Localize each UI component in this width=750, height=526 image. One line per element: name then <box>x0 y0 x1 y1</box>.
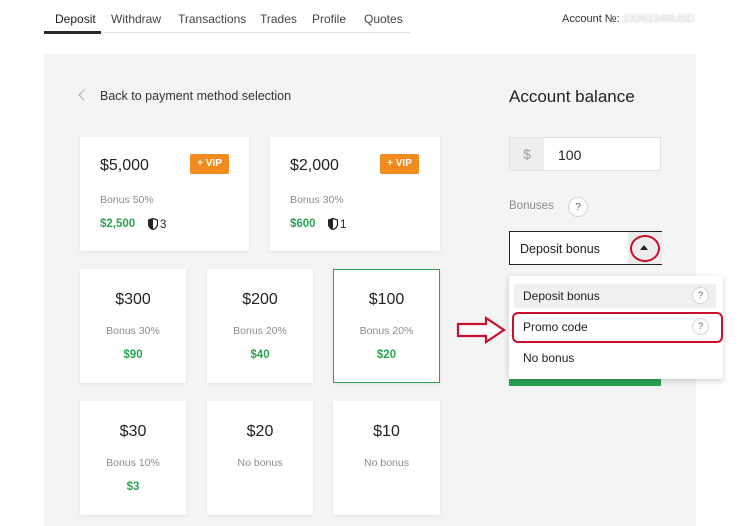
card-amount: $20 <box>246 423 274 440</box>
option-deposit-bonus[interactable]: Deposit bonus ? <box>514 284 716 308</box>
amount-card-5000[interactable]: $5,000 + VIP Bonus 50% $2,500 3 <box>80 137 249 251</box>
card-amount: $200 <box>242 291 278 308</box>
card-bonus: Bonus 20% <box>359 325 414 337</box>
card-bonus-amount: $2,500 <box>100 218 136 230</box>
amount-card-10[interactable]: $10 No bonus <box>333 401 440 515</box>
back-link-label: Back to payment method selection <box>100 89 292 103</box>
tab-quotes[interactable]: Quotes <box>364 12 403 26</box>
account-number-display: Account №: 23262348USD <box>562 13 695 25</box>
annotation-rectangle <box>512 312 723 343</box>
card-bonus: No bonus <box>364 457 409 469</box>
tab-transactions[interactable]: Transactions <box>178 12 246 26</box>
card-bonus: Bonus 20% <box>233 325 287 337</box>
account-number: 23262348USD <box>622 13 695 25</box>
card-amount: $30 <box>119 423 147 440</box>
card-bonus: Bonus 30% <box>290 194 344 206</box>
back-link[interactable]: Back to payment method selection <box>78 89 292 103</box>
option-label: No bonus <box>523 351 575 365</box>
card-amount: $10 <box>373 423 400 440</box>
tab-trades[interactable]: Trades <box>260 12 297 26</box>
account-label: Account №: <box>562 13 620 25</box>
card-bonus: Bonus 50% <box>100 194 154 206</box>
amount-card-200[interactable]: $200 Bonus 20% $40 <box>207 269 313 383</box>
help-icon[interactable]: ? <box>692 287 709 304</box>
amount-card-20[interactable]: $20 No bonus <box>207 401 313 515</box>
card-bonus-amount: $40 <box>250 349 270 361</box>
vip-badge: + VIP <box>380 154 419 174</box>
active-tab-indicator <box>44 31 101 34</box>
annotation-circle <box>630 235 660 262</box>
option-no-bonus[interactable]: No bonus <box>514 346 716 370</box>
account-balance-title: Account balance <box>509 87 635 106</box>
bonus-select-value: Deposit bonus <box>520 242 600 256</box>
card-bonus-amount: $3 <box>126 481 140 493</box>
card-amount: $2,000 <box>290 157 339 174</box>
amount-card-2000[interactable]: $2,000 + VIP Bonus 30% $600 1 <box>270 137 440 251</box>
vip-badge: + VIP <box>190 154 229 174</box>
card-amount: $100 <box>368 291 405 308</box>
amount-card-100[interactable]: $100 Bonus 20% $20 <box>333 269 440 383</box>
card-bonus-amount: $90 <box>123 349 143 361</box>
annotation-arrow-icon <box>456 316 506 344</box>
amount-card-30[interactable]: $30 Bonus 10% $3 <box>80 401 186 515</box>
shield-count: 3 <box>147 217 167 231</box>
amount-input[interactable]: $ 100 <box>509 137 661 171</box>
option-label: Deposit bonus <box>523 289 600 303</box>
bonuses-help-icon[interactable]: ? <box>568 197 588 217</box>
chevron-left-icon <box>78 89 90 101</box>
shield-icon <box>147 217 159 231</box>
shield-count-value: 3 <box>160 219 167 231</box>
currency-symbol: $ <box>510 138 544 170</box>
card-amount: $300 <box>115 291 151 308</box>
card-bonus-amount: $600 <box>290 218 316 230</box>
shield-count: 1 <box>327 217 347 231</box>
bonuses-label: Bonuses <box>509 200 554 212</box>
shield-count-value: 1 <box>340 219 347 231</box>
card-bonus: Bonus 10% <box>106 457 160 469</box>
shield-icon <box>327 217 339 231</box>
card-bonus: Bonus 30% <box>106 325 160 337</box>
card-amount: $5,000 <box>100 157 149 174</box>
tab-deposit[interactable]: Deposit <box>55 12 96 26</box>
card-bonus: No bonus <box>237 457 283 469</box>
tab-withdraw[interactable]: Withdraw <box>111 12 161 26</box>
amount-card-300[interactable]: $300 Bonus 30% $90 <box>80 269 186 383</box>
tab-profile[interactable]: Profile <box>312 12 346 26</box>
amount-value: 100 <box>558 147 582 163</box>
card-bonus-amount: $20 <box>376 349 397 361</box>
